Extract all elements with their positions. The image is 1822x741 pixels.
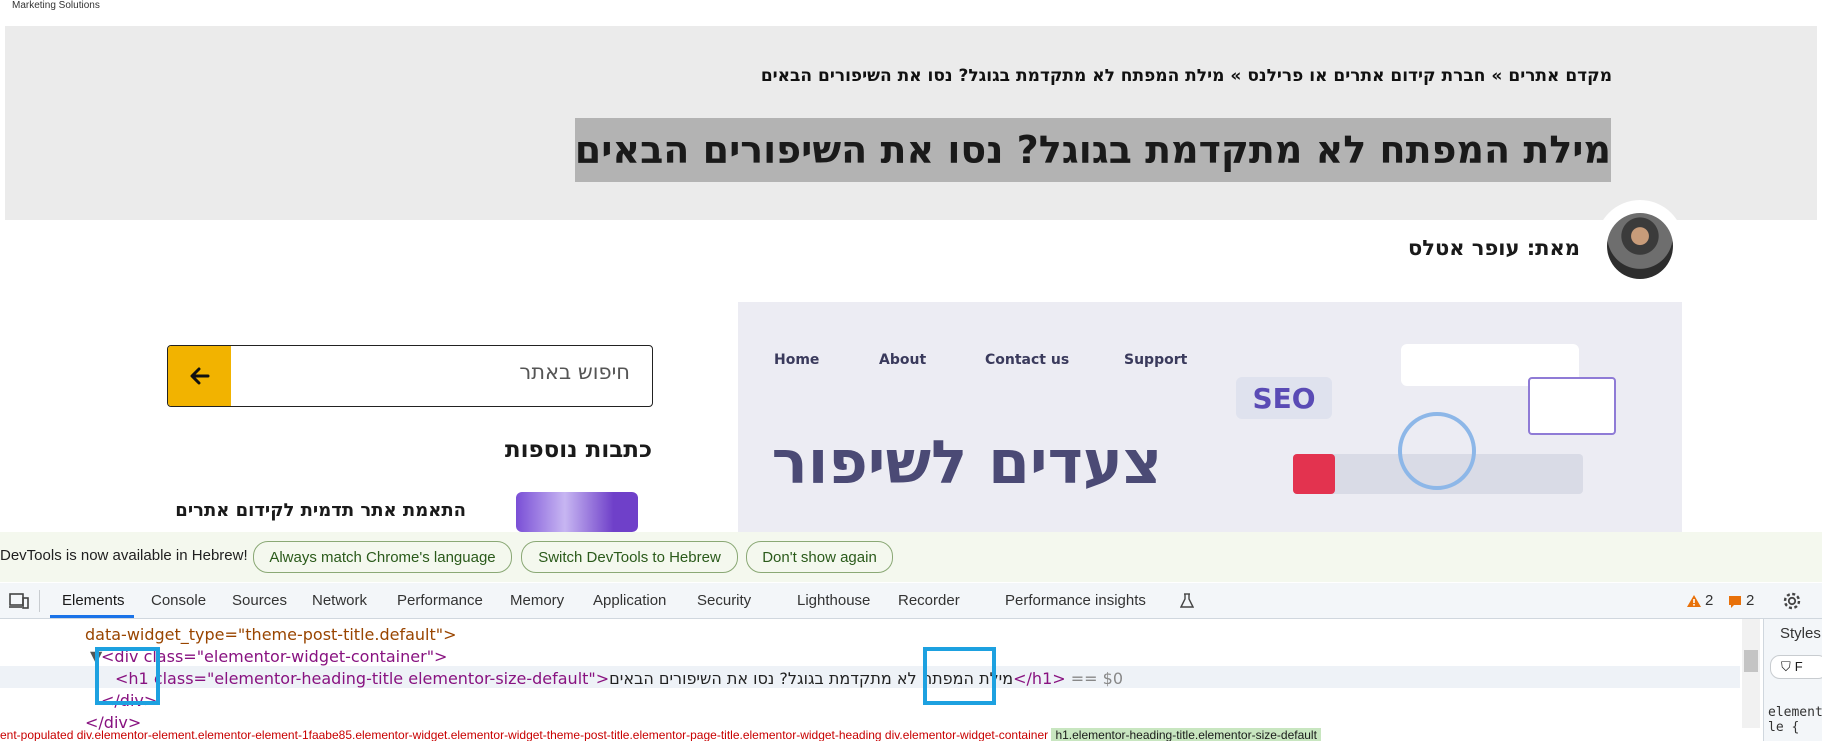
dont-show-again-button[interactable]: Don't show again	[746, 541, 893, 573]
device-toolbar-icon[interactable]	[8, 592, 30, 610]
search-input[interactable]: חיפוש באתר	[519, 360, 630, 384]
elements-scrollbar[interactable]	[1742, 619, 1760, 728]
illustration-search-icon	[1293, 454, 1335, 494]
styles-rule-snippet: element le {	[1768, 705, 1822, 735]
seo-badge: SEO	[1236, 377, 1332, 419]
tab-recorder[interactable]: Recorder	[898, 592, 960, 609]
issues-icon[interactable]	[1728, 595, 1742, 609]
arrow-left-icon	[190, 367, 209, 385]
more-posts-heading: כתבות נוספות	[504, 437, 652, 463]
breadcrumb-item[interactable]: חברת קידום אתרים או פרילנס	[1247, 66, 1485, 86]
magnifier-icon	[1398, 412, 1476, 490]
styles-pane: Styles ⛉ F element le {	[1763, 619, 1822, 741]
breadcrumb-current: מילת המפתח לא מתקדמת בגוגל? נסו את השיפו…	[760, 66, 1225, 86]
dom-h1-open: <h1 class="elementor-heading-title eleme…	[115, 669, 610, 688]
issues-count[interactable]: 2	[1746, 592, 1754, 609]
featured-image: Home About Contact us Support SEO צעדים …	[738, 302, 1682, 532]
breadcrumb-separator: »	[1230, 66, 1242, 86]
tab-elements[interactable]: Elements	[62, 592, 125, 609]
tab-sources[interactable]: Sources	[232, 592, 287, 609]
dom-h1-close: </h1>	[1013, 669, 1066, 688]
author-avatar	[1607, 213, 1673, 279]
tab-performance[interactable]: Performance	[397, 592, 483, 609]
search-submit-button[interactable]	[168, 346, 231, 406]
filter-icon: ⛉	[1781, 659, 1791, 674]
banner-nav-support: Support	[1124, 352, 1188, 368]
site-search[interactable]: חיפוש באתר	[167, 345, 653, 407]
warning-count[interactable]: 2	[1705, 592, 1713, 609]
dom-breadcrumb-trail[interactable]: ent-populated div.elementor-element.elem…	[0, 728, 1048, 741]
banner-heading-line1: צעדים לשיפור	[771, 428, 1162, 498]
dom-selected-marker: == $0	[1070, 669, 1124, 688]
infobar-message: DevTools is now available in Hebrew!	[0, 547, 248, 564]
dom-breadcrumb-bar: ent-populated div.elementor-element.elem…	[0, 728, 1763, 741]
breadcrumb-separator: »	[1491, 66, 1503, 86]
tab-application[interactable]: Application	[593, 592, 666, 609]
tab-memory[interactable]: Memory	[510, 592, 564, 609]
banner-nav-contact: Contact us	[985, 352, 1070, 368]
dom-breadcrumb-selected[interactable]: h1.elementor-heading-title.elementor-siz…	[1051, 728, 1321, 741]
switch-to-hebrew-button[interactable]: Switch DevTools to Hebrew	[521, 541, 738, 573]
banner-heading: צעדים לשיפור הקידום	[772, 422, 1162, 532]
filter-label: F	[1794, 659, 1803, 674]
annotation-box-right	[923, 647, 996, 705]
settings-gear-icon[interactable]	[1782, 591, 1802, 611]
banner-nav-about: About	[879, 352, 927, 368]
brand-text: Marketing Solutions	[12, 0, 100, 11]
tab-lighthouse[interactable]: Lighthouse	[797, 592, 870, 609]
breadcrumb-item[interactable]: מקדם אתרים	[1508, 66, 1612, 86]
annotation-box-left	[95, 647, 160, 705]
active-tab-indicator	[50, 615, 134, 618]
styles-tab[interactable]: Styles	[1780, 625, 1821, 642]
flask-icon	[1180, 593, 1194, 608]
related-post-link[interactable]: התאמת אתר תדמית לקידום אתרים	[175, 500, 466, 521]
always-match-language-button[interactable]: Always match Chrome's language	[253, 541, 512, 573]
dom-line-text: data-widget_type="theme-post-title.defau…	[85, 625, 457, 644]
banner-nav-home: Home	[774, 352, 820, 368]
banner-heading-line2: הקידום	[772, 504, 1162, 532]
tab-divider	[39, 590, 40, 612]
tab-security[interactable]: Security	[697, 592, 751, 609]
dom-attr-line: data-widget_type="theme-post-title.defau…	[85, 625, 457, 644]
warning-icon[interactable]	[1686, 594, 1702, 608]
tab-performance-insights[interactable]: Performance insights	[1005, 592, 1146, 609]
illustration-window	[1528, 377, 1616, 435]
styles-filter-input[interactable]: ⛉ F	[1770, 655, 1822, 679]
breadcrumb: מקדם אתרים»חברת קידום אתרים או פרילנס»מי…	[761, 66, 1612, 86]
tab-network[interactable]: Network	[312, 592, 367, 609]
page-title: מילת המפתח לא מתקדמת בגוגל? נסו את השיפו…	[574, 118, 1611, 182]
tab-console[interactable]: Console	[151, 592, 206, 609]
related-post-thumbnail[interactable]	[516, 492, 638, 532]
elements-scroll-thumb[interactable]	[1744, 650, 1758, 672]
author-name[interactable]: מאת: עופר אטלס	[1408, 236, 1580, 260]
